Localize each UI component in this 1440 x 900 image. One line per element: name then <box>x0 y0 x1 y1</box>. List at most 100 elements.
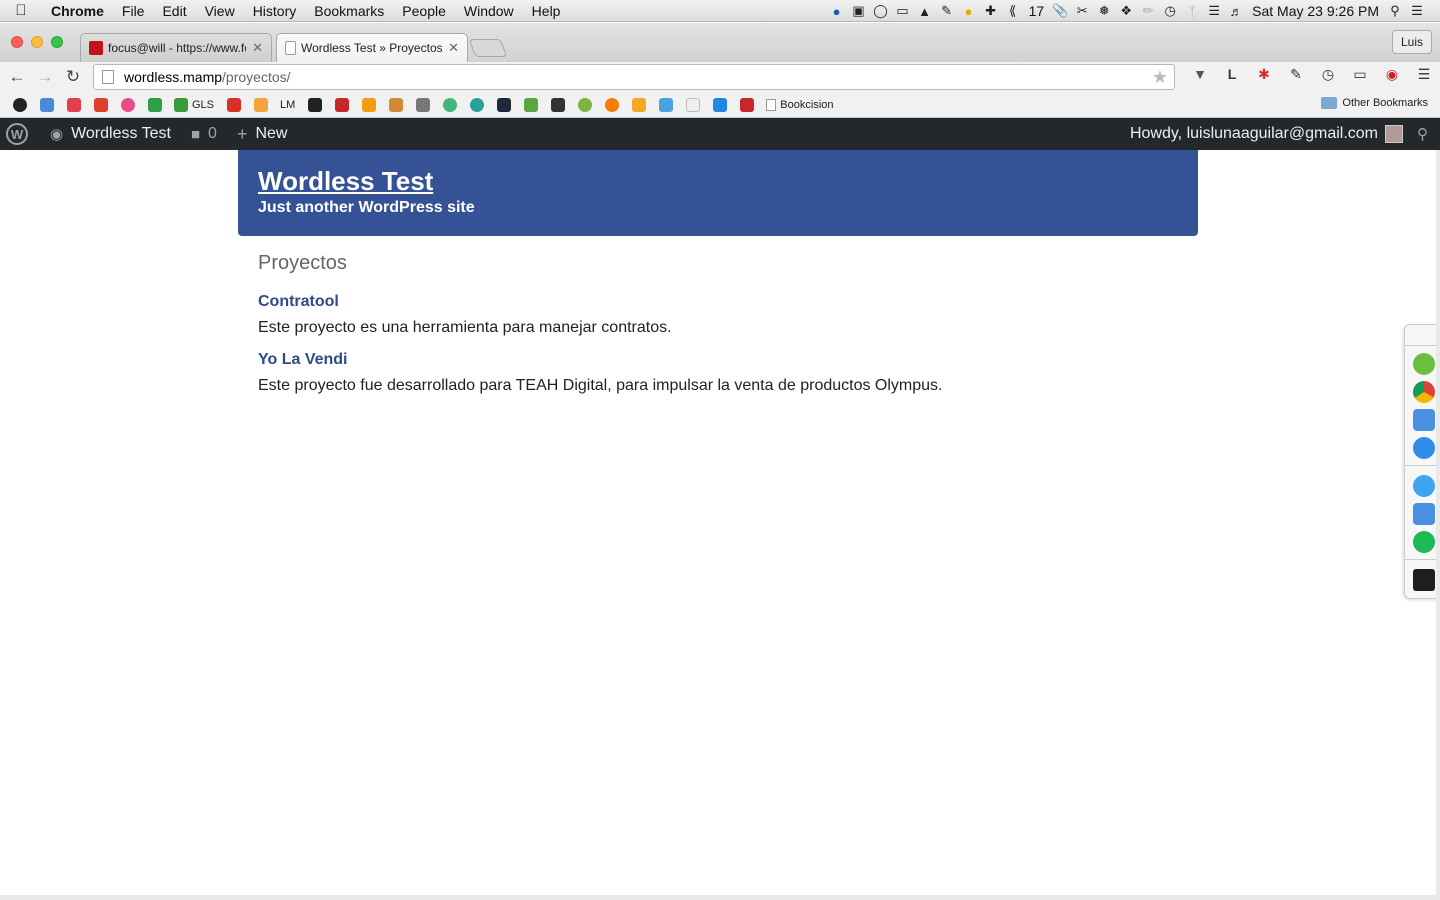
paw-icon[interactable]: ❅ <box>1093 3 1115 19</box>
tab-close-icon[interactable]: ✕ <box>448 40 459 56</box>
spotify-app-icon[interactable] <box>1413 531 1435 553</box>
cloud-bookmark-icon[interactable] <box>436 97 463 113</box>
page-info-icon[interactable] <box>102 70 114 84</box>
airplay-icon[interactable]: ▭ <box>892 3 914 19</box>
crosshair-icon[interactable]: ✚ <box>980 3 1002 19</box>
menu-help[interactable]: Help <box>523 3 570 19</box>
chrome-app-icon[interactable] <box>1413 381 1435 403</box>
bookmark-gls[interactable]: GLS <box>168 97 220 112</box>
pocket-bookmark-icon[interactable] <box>60 97 87 113</box>
window-minimize-button[interactable] <box>31 36 43 48</box>
paperclip-icon[interactable]: 📎 <box>1049 3 1071 19</box>
tools-bookmark-icon[interactable] <box>382 97 409 113</box>
window-zoom-button[interactable] <box>51 36 63 48</box>
chrome-menu-icon[interactable]: ☰ <box>1408 66 1440 83</box>
evernote-clipper-icon[interactable]: ✎ <box>1280 66 1312 83</box>
tab-focus-will[interactable]: focus@will - https://www.fo ✕ <box>80 33 272 62</box>
wifi-icon[interactable]: ☰ <box>1203 3 1225 19</box>
code-bookmark-icon[interactable] <box>409 97 436 113</box>
finder-app-icon[interactable] <box>1413 409 1435 431</box>
spotlight-search-icon[interactable]: ⚲ <box>1384 3 1406 19</box>
howdy-user[interactable]: Howdy, luislunaaguilar@gmail.com <box>1130 125 1378 143</box>
microsoft-bookmark-icon[interactable] <box>247 97 274 113</box>
pocket-icon[interactable]: ▼ <box>1184 66 1216 83</box>
p-bookmark-icon[interactable] <box>544 97 571 113</box>
notification-center-icon[interactable]: ☰ <box>1406 3 1428 19</box>
finder-app-icon-2[interactable] <box>1413 503 1435 525</box>
menu-people[interactable]: People <box>393 3 455 19</box>
volume-icon[interactable]: ♬ <box>1225 4 1247 19</box>
f-bookmark-icon[interactable] <box>301 97 328 113</box>
ring-bookmark-icon[interactable] <box>463 97 490 113</box>
analytics-bookmark-icon[interactable] <box>328 97 355 113</box>
admin-bar-comments[interactable]: ■ 0 <box>181 125 227 143</box>
bookmark-bookcision[interactable]: Bookcision <box>760 98 839 111</box>
google-plus-bookmark-icon[interactable] <box>33 97 60 113</box>
timer-icon[interactable]: ● <box>958 4 980 19</box>
notes-icon[interactable]: ✎ <box>936 3 958 19</box>
tab-wordless-test[interactable]: Wordless Test » Proyectos ✕ <box>276 33 468 62</box>
tab-close-icon[interactable]: ✕ <box>252 40 263 56</box>
mail-app-icon[interactable] <box>1413 437 1435 459</box>
avatar[interactable] <box>1385 125 1403 143</box>
post-title-link[interactable]: Contratool <box>258 293 1178 311</box>
gmail-bookmark-icon[interactable] <box>220 97 247 113</box>
wordpress-logo-icon[interactable]: W <box>6 123 28 145</box>
lastpass-l-icon[interactable]: L <box>1216 66 1248 83</box>
menu-file[interactable]: File <box>113 3 154 19</box>
orange-square-bookmark-icon[interactable] <box>625 97 652 113</box>
font-icon[interactable]: ⟪ <box>1002 3 1024 19</box>
profile-button[interactable]: Luis <box>1391 30 1432 54</box>
pen-icon[interactable]: ✏ <box>1137 3 1159 19</box>
lastpass-asterisk-icon[interactable]: ✱ <box>1248 66 1280 83</box>
menu-bookmarks[interactable]: Bookmarks <box>305 3 393 19</box>
site-title-link[interactable]: Wordless Test <box>258 166 433 197</box>
messages-app-icon[interactable] <box>1413 475 1435 497</box>
circle-icon[interactable]: ◯ <box>870 3 892 19</box>
forward-arrow-icon[interactable]: → <box>31 67 59 87</box>
terminal-app-icon[interactable] <box>1413 569 1435 591</box>
red-ribbon-bookmark-icon[interactable] <box>733 97 760 113</box>
android-app-icon[interactable] <box>1413 353 1435 375</box>
page-scrollbar[interactable] <box>1436 150 1440 895</box>
klout-bookmark-icon[interactable] <box>87 97 114 113</box>
other-bookmarks[interactable]: Other Bookmarks <box>1321 97 1428 109</box>
menu-window[interactable]: Window <box>455 3 523 19</box>
bookmark-lm[interactable]: LM <box>274 99 301 111</box>
reload-icon[interactable]: ↻ <box>59 67 87 87</box>
pinterest-icon[interactable]: ◉ <box>1376 66 1408 83</box>
a-bookmark-icon[interactable] <box>706 97 733 113</box>
blue-square-bookmark-icon[interactable] <box>652 97 679 113</box>
pen-bookmark-icon[interactable] <box>517 97 544 113</box>
scissors-icon[interactable]: ✂ <box>1071 3 1093 19</box>
new-tab-button[interactable] <box>468 39 508 57</box>
post-title-link[interactable]: Yo La Vendi <box>258 351 1178 369</box>
dribbble-bookmark-icon[interactable] <box>114 97 141 113</box>
github-bookmark-icon[interactable] <box>6 97 33 113</box>
orange-dot-bookmark-icon[interactable] <box>598 97 625 113</box>
menubar-clock[interactable]: Sat May 23 9:26 PM <box>1247 3 1384 19</box>
window-close-button[interactable] <box>11 36 23 48</box>
leaf-bookmark-icon[interactable] <box>571 97 598 113</box>
history-clock-icon[interactable]: ◷ <box>1312 66 1344 83</box>
window-resizer-icon[interactable]: ▭ <box>1344 66 1376 83</box>
evernote-icon[interactable]: ● <box>826 4 848 19</box>
menu-view[interactable]: View <box>196 3 244 19</box>
admin-bar-site-name[interactable]: ◉ Wordless Test <box>40 125 181 143</box>
back-arrow-icon[interactable]: ← <box>3 67 31 87</box>
menu-edit[interactable]: Edit <box>153 3 195 19</box>
dropbox-icon[interactable]: ❖ <box>1115 3 1137 19</box>
apple-menu-icon[interactable]:  <box>0 2 42 19</box>
time-machine-icon[interactable]: ◷ <box>1159 3 1181 19</box>
k-bookmark-icon[interactable] <box>355 97 382 113</box>
admin-bar-new[interactable]: + New <box>227 124 298 145</box>
bookmark-star-icon[interactable]: ★ <box>1152 67 1168 88</box>
drive-icon[interactable]: ▲ <box>914 4 936 19</box>
address-bar[interactable]: wordless.mamp/proyectos/ ★ <box>93 64 1175 90</box>
drive-bookmark-icon[interactable] <box>141 97 168 113</box>
evernote-elephant-icon[interactable]: ▣ <box>848 3 870 19</box>
menu-history[interactable]: History <box>244 3 306 19</box>
bluetooth-icon[interactable]: ᛉ <box>1181 4 1203 19</box>
status-count[interactable]: 17 <box>1024 3 1050 19</box>
star-bookmark-icon[interactable] <box>490 97 517 113</box>
